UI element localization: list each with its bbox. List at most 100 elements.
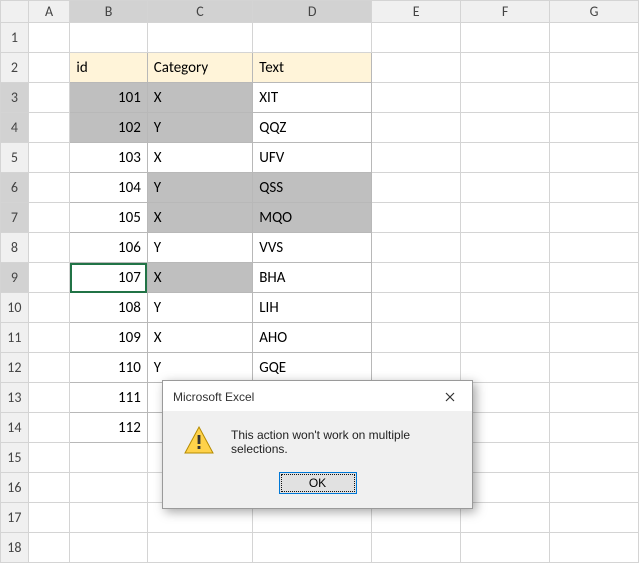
cell[interactable] xyxy=(28,353,70,383)
row-header[interactable]: 11 xyxy=(1,323,29,353)
cell[interactable] xyxy=(372,113,461,143)
cell[interactable] xyxy=(461,173,550,203)
cell[interactable] xyxy=(28,443,70,473)
row-header[interactable]: 13 xyxy=(1,383,29,413)
row-header[interactable]: 4 xyxy=(1,113,29,143)
row-header[interactable]: 8 xyxy=(1,233,29,263)
cell[interactable] xyxy=(550,263,639,293)
cell[interactable] xyxy=(372,173,461,203)
cell[interactable] xyxy=(28,173,70,203)
cell[interactable] xyxy=(253,533,372,563)
cell[interactable] xyxy=(550,23,639,53)
cell[interactable]: Y xyxy=(147,233,252,263)
cell[interactable]: Y xyxy=(147,293,252,323)
cell[interactable] xyxy=(550,173,639,203)
cell[interactable] xyxy=(461,203,550,233)
cell[interactable]: 102 xyxy=(70,113,147,143)
cell[interactable] xyxy=(461,293,550,323)
cell[interactable] xyxy=(28,473,70,503)
cell[interactable]: 109 xyxy=(70,323,147,353)
cell[interactable] xyxy=(550,383,639,413)
ok-button[interactable]: OK xyxy=(279,472,357,494)
cell[interactable] xyxy=(70,23,147,53)
cell[interactable]: 106 xyxy=(70,233,147,263)
cell[interactable]: X xyxy=(147,143,252,173)
row-header[interactable]: 10 xyxy=(1,293,29,323)
cell[interactable] xyxy=(461,23,550,53)
cell[interactable] xyxy=(28,23,70,53)
row-header[interactable]: 5 xyxy=(1,143,29,173)
cell[interactable] xyxy=(550,533,639,563)
cell[interactable] xyxy=(372,53,461,83)
cell[interactable] xyxy=(147,23,252,53)
cell[interactable] xyxy=(461,263,550,293)
cell[interactable] xyxy=(28,323,70,353)
cell[interactable]: BHA xyxy=(253,263,372,293)
cell[interactable]: XIT xyxy=(253,83,372,113)
cell[interactable] xyxy=(550,83,639,113)
cell[interactable] xyxy=(372,323,461,353)
cell[interactable] xyxy=(461,143,550,173)
row-header[interactable]: 12 xyxy=(1,353,29,383)
cell[interactable] xyxy=(28,143,70,173)
cell[interactable] xyxy=(550,143,639,173)
cell[interactable]: Y xyxy=(147,353,252,383)
cell[interactable]: Y xyxy=(147,173,252,203)
cell[interactable]: X xyxy=(147,263,252,293)
cell[interactable] xyxy=(28,113,70,143)
row-header[interactable]: 9 xyxy=(1,263,29,293)
cell[interactable] xyxy=(461,53,550,83)
cell[interactable] xyxy=(550,413,639,443)
cell[interactable] xyxy=(461,233,550,263)
cell[interactable] xyxy=(550,203,639,233)
cell[interactable]: X xyxy=(147,323,252,353)
cell[interactable] xyxy=(461,443,550,473)
col-header-F[interactable]: F xyxy=(461,1,550,23)
row-header[interactable]: 14 xyxy=(1,413,29,443)
cell[interactable]: VVS xyxy=(253,233,372,263)
row-header[interactable]: 1 xyxy=(1,23,29,53)
cell[interactable] xyxy=(70,443,147,473)
cell[interactable] xyxy=(550,353,639,383)
row-header[interactable]: 7 xyxy=(1,203,29,233)
cell[interactable]: X xyxy=(147,203,252,233)
row-header[interactable]: 3 xyxy=(1,83,29,113)
cell[interactable]: 104 xyxy=(70,173,147,203)
cell[interactable] xyxy=(461,383,550,413)
cell[interactable] xyxy=(461,113,550,143)
cell[interactable]: 112 xyxy=(70,413,147,443)
cell[interactable] xyxy=(461,533,550,563)
active-cell[interactable]: 107 xyxy=(70,263,147,293)
row-header[interactable]: 16 xyxy=(1,473,29,503)
row-header[interactable]: 18 xyxy=(1,533,29,563)
cell[interactable]: QSS xyxy=(253,173,372,203)
cell[interactable]: 108 xyxy=(70,293,147,323)
row-header[interactable]: 6 xyxy=(1,173,29,203)
cell[interactable]: 110 xyxy=(70,353,147,383)
row-header[interactable]: 15 xyxy=(1,443,29,473)
table-header-text[interactable]: Text xyxy=(253,53,372,83)
cell[interactable] xyxy=(28,383,70,413)
col-header-B[interactable]: B xyxy=(70,1,147,23)
cell[interactable] xyxy=(28,533,70,563)
cell[interactable] xyxy=(28,203,70,233)
cell[interactable]: GQE xyxy=(253,353,372,383)
cell[interactable] xyxy=(461,503,550,533)
cell[interactable] xyxy=(461,83,550,113)
col-header-G[interactable]: G xyxy=(550,1,639,23)
cell[interactable] xyxy=(461,473,550,503)
cell[interactable] xyxy=(372,83,461,113)
cell[interactable]: 105 xyxy=(70,203,147,233)
cell[interactable]: LIH xyxy=(253,293,372,323)
cell[interactable] xyxy=(70,473,147,503)
cell[interactable]: UFV xyxy=(253,143,372,173)
col-header-E[interactable]: E xyxy=(372,1,461,23)
cell[interactable] xyxy=(70,533,147,563)
cell[interactable]: Y xyxy=(147,113,252,143)
cell[interactable]: 101 xyxy=(70,83,147,113)
cell[interactable]: X xyxy=(147,83,252,113)
col-header-A[interactable]: A xyxy=(28,1,70,23)
cell[interactable]: AHO xyxy=(253,323,372,353)
cell[interactable] xyxy=(372,23,461,53)
cell[interactable] xyxy=(461,323,550,353)
